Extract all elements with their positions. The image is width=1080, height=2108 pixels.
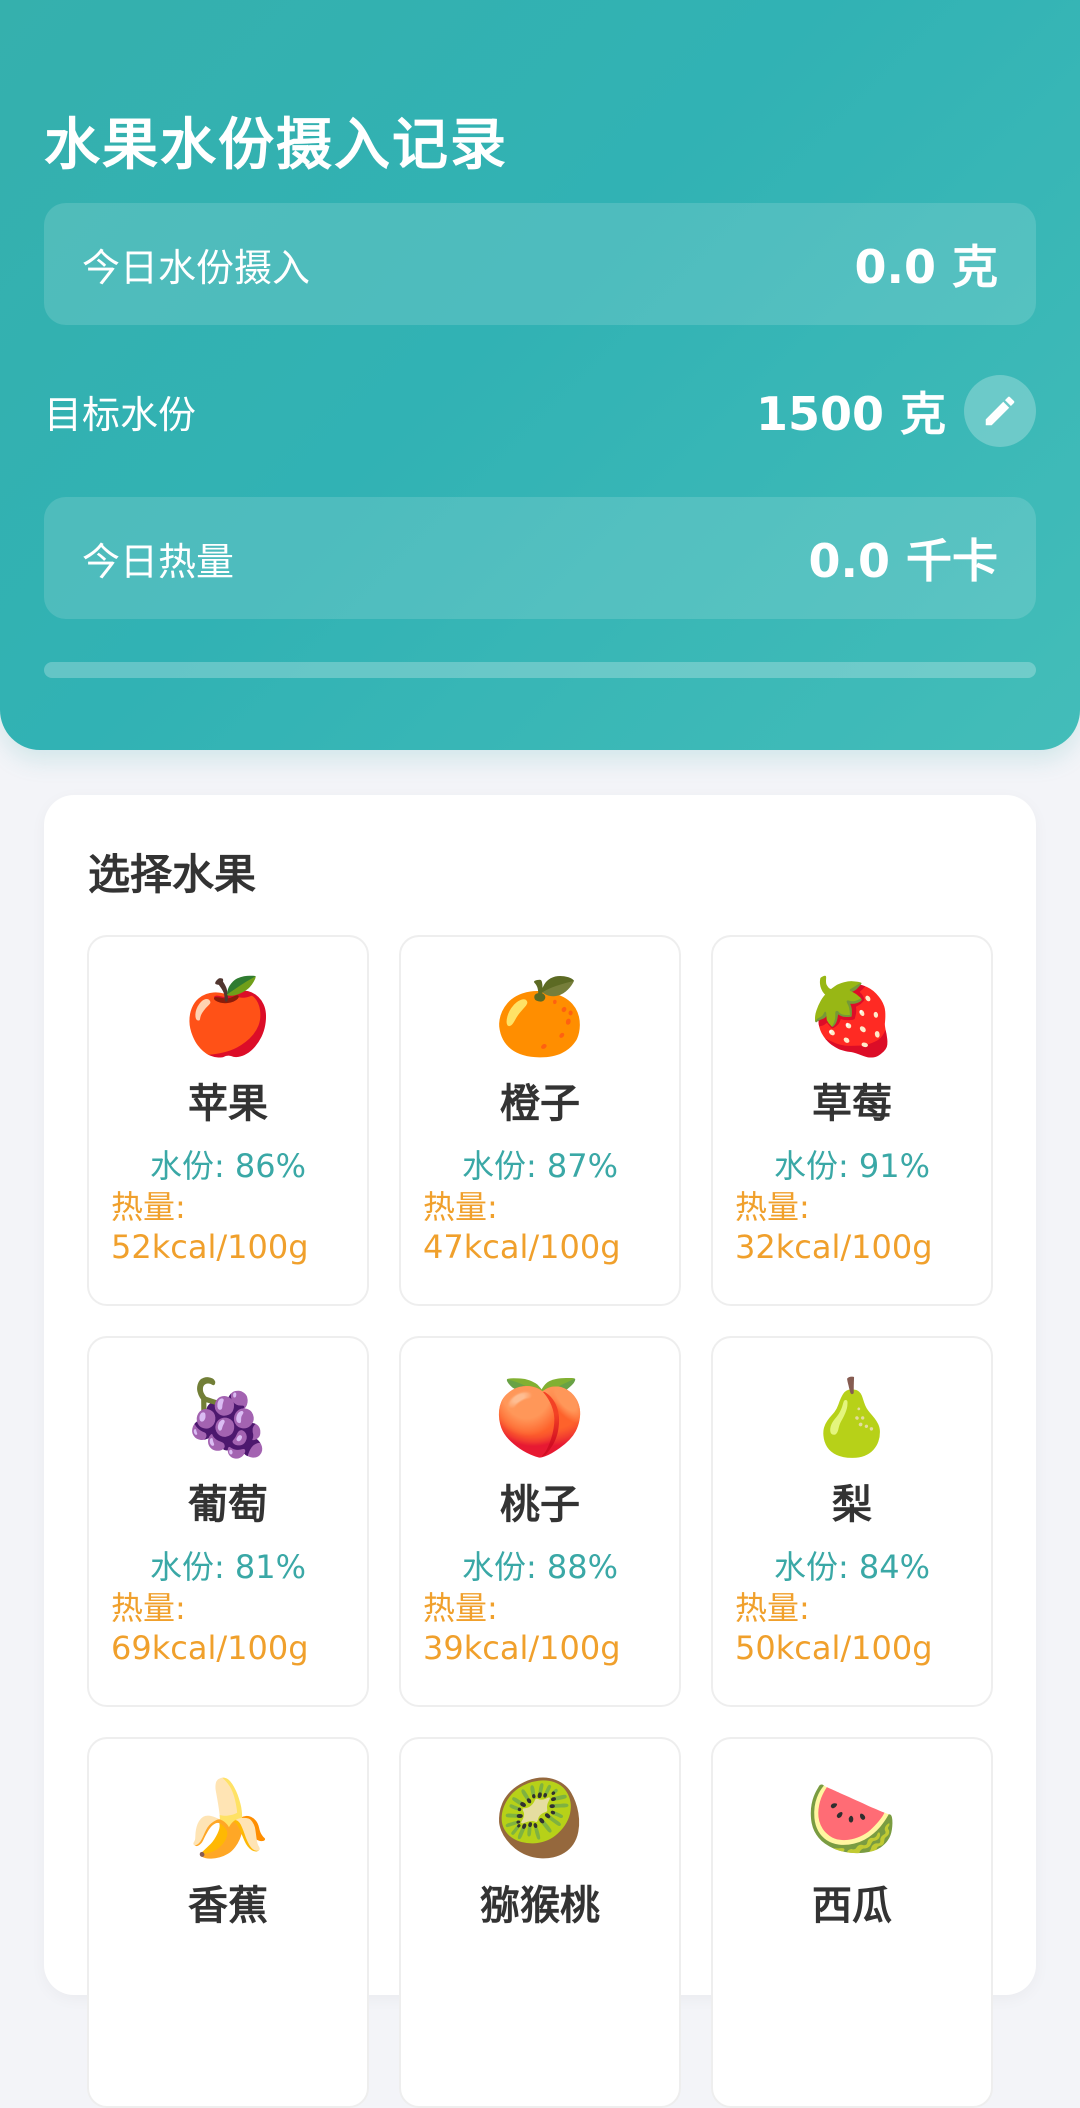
banana-icon: 🍌 xyxy=(181,1776,275,1862)
fruit-water: 水份: 81% xyxy=(149,1548,307,1586)
goal-value: 1500 克 xyxy=(755,387,946,441)
fruit-card-strawberry[interactable]: 🍓 草莓 水份: 91% 热量: 32kcal/100g xyxy=(711,935,993,1306)
fruit-calories: 热量: 32kcal/100g xyxy=(735,1188,933,1266)
fruit-calories: 热量: 50kcal/100g xyxy=(735,1589,933,1667)
fruit-card-watermelon[interactable]: 🍉 西瓜 xyxy=(711,1737,993,2108)
today-calories-label: 今日热量 xyxy=(82,539,235,584)
fruit-calories: 热量: 47kcal/100g xyxy=(423,1188,621,1266)
peach-icon: 🍑 xyxy=(493,1375,587,1461)
pencil-icon xyxy=(985,396,1015,426)
today-calories-value: 0.0 千卡 xyxy=(808,534,998,588)
fruit-name: 猕猴桃 xyxy=(480,1883,600,1929)
fruit-name: 香蕉 xyxy=(188,1883,268,1929)
fruit-card-apple[interactable]: 🍎 苹果 水份: 86% 热量: 52kcal/100g xyxy=(87,935,369,1306)
fruit-water: 水份: 86% xyxy=(149,1147,307,1185)
fruit-water: 水份: 88% xyxy=(461,1548,619,1586)
fruit-water: 水份: 87% xyxy=(461,1147,619,1185)
fruit-card-banana[interactable]: 🍌 香蕉 xyxy=(87,1737,369,2108)
today-calories-box: 今日热量 0.0 千卡 xyxy=(44,497,1036,619)
goal-value-group: 1500 克 xyxy=(756,375,1036,447)
fruit-card-pear[interactable]: 🍐 梨 水份: 84% 热量: 50kcal/100g xyxy=(711,1336,993,1707)
fruit-section-title: 选择水果 xyxy=(88,850,257,899)
fruit-grid: 🍎 苹果 水份: 86% 热量: 52kcal/100g 🍊 橙子 水份: 87… xyxy=(87,935,993,2108)
fruit-water: 水份: 84% xyxy=(773,1548,931,1586)
fruit-calories: 热量: 52kcal/100g xyxy=(111,1188,309,1266)
fruit-card-kiwi[interactable]: 🥝 猕猴桃 xyxy=(399,1737,681,2108)
fruit-card-grape[interactable]: 🍇 葡萄 水份: 81% 热量: 69kcal/100g xyxy=(87,1336,369,1707)
summary-header: 水果水份摄入记录 今日水份摄入 0.0 克 目标水份 1500 克 今日热量 0… xyxy=(0,0,1080,750)
goal-row: 目标水份 1500 克 xyxy=(44,374,1036,448)
watermelon-icon: 🍉 xyxy=(805,1776,899,1862)
fruit-name: 苹果 xyxy=(188,1081,268,1127)
today-water-value: 0.0 克 xyxy=(854,240,998,294)
page-title: 水果水份摄入记录 xyxy=(44,113,508,178)
fruit-card-orange[interactable]: 🍊 橙子 水份: 87% 热量: 47kcal/100g xyxy=(399,935,681,1306)
orange-icon: 🍊 xyxy=(493,974,587,1060)
fruit-name: 草莓 xyxy=(812,1081,892,1127)
fruit-calories: 热量: 39kcal/100g xyxy=(423,1589,621,1667)
fruit-selection-card: 选择水果 🍎 苹果 水份: 86% 热量: 52kcal/100g 🍊 橙子 水… xyxy=(44,795,1036,2108)
water-progress-bar xyxy=(44,662,1036,678)
today-water-label: 今日水份摄入 xyxy=(82,245,311,290)
edit-goal-button[interactable] xyxy=(964,375,1036,447)
fruit-water: 水份: 91% xyxy=(773,1147,931,1185)
strawberry-icon: 🍓 xyxy=(805,974,899,1060)
pear-icon: 🍐 xyxy=(805,1375,899,1461)
today-water-box: 今日水份摄入 0.0 克 xyxy=(44,203,1036,325)
fruit-card-peach[interactable]: 🍑 桃子 水份: 88% 热量: 39kcal/100g xyxy=(399,1336,681,1707)
fruit-name: 葡萄 xyxy=(188,1482,268,1528)
kiwi-icon: 🥝 xyxy=(493,1776,587,1862)
fruit-name: 橙子 xyxy=(500,1081,580,1127)
fruit-name: 梨 xyxy=(832,1482,872,1528)
fruit-calories: 热量: 69kcal/100g xyxy=(111,1589,309,1667)
apple-icon: 🍎 xyxy=(181,974,275,1060)
goal-label: 目标水份 xyxy=(44,392,197,437)
fruit-name: 西瓜 xyxy=(812,1883,892,1929)
fruit-name: 桃子 xyxy=(500,1482,580,1528)
grape-icon: 🍇 xyxy=(181,1375,275,1461)
